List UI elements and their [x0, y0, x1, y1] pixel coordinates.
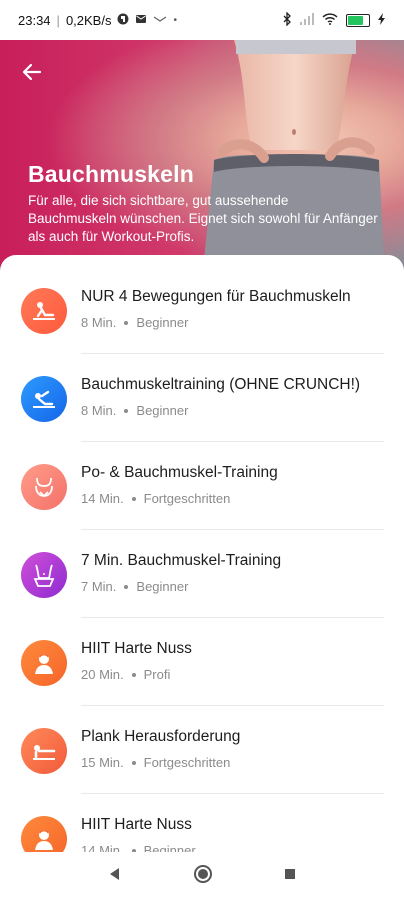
- workout-level: Fortgeschritten: [143, 755, 231, 770]
- crunch-icon: [33, 390, 55, 408]
- workout-title: Bauchmuskeltraining (OHNE CRUNCH!): [81, 376, 361, 393]
- workout-duration: 7 Min.: [81, 579, 117, 594]
- battery-icon: [346, 13, 370, 27]
- circle-home-icon: [194, 864, 212, 883]
- back-arrow-icon: [22, 63, 42, 81]
- system-nav-bar: [0, 852, 404, 900]
- meta-separator: [124, 408, 129, 413]
- workout-title: NUR 4 Bewegungen für Bauchmuskeln: [81, 288, 351, 305]
- workout-title: 7 Min. Bauchmuskel-Training: [81, 552, 282, 569]
- workout-duration: 14 Min.: [81, 491, 124, 506]
- meta-separator: [124, 320, 129, 325]
- workout-item[interactable]: Plank Herausforderung 15 Min. Fortgeschr…: [0, 706, 404, 794]
- mail-icon: [153, 13, 167, 28]
- meta-separator: [131, 496, 136, 501]
- workout-level: Fortgeschritten: [143, 491, 231, 506]
- workout-item[interactable]: Bauchmuskeltraining (OHNE CRUNCH!) 8 Min…: [0, 354, 404, 442]
- workout-level: Profi: [143, 667, 171, 682]
- workout-duration: 15 Min.: [81, 755, 124, 770]
- workout-level: Beginner: [143, 843, 196, 852]
- workout-item[interactable]: 7 Min. Bauchmuskel-Training 7 Min. Begin…: [0, 530, 404, 618]
- workout-item[interactable]: Po- & Bauchmuskel-Training 14 Min. Fortg…: [0, 442, 404, 530]
- workout-title: HIIT Harte Nuss: [81, 640, 192, 657]
- abs-torso-icon: [33, 564, 55, 587]
- plank-icon: [33, 745, 56, 760]
- workout-level: Beginner: [136, 579, 189, 594]
- workout-item[interactable]: NUR 4 Bewegungen für Bauchmuskeln 8 Min.…: [0, 266, 404, 354]
- workout-avatar: [21, 288, 67, 334]
- signal-icon: [300, 12, 314, 28]
- workout-title: Plank Herausforderung: [81, 728, 241, 745]
- workout-level: Beginner: [136, 315, 189, 330]
- meta-separator: [131, 672, 136, 677]
- athlete-icon: [35, 654, 53, 674]
- triangle-back-icon: [110, 867, 119, 880]
- workout-title: HIIT Harte Nuss: [81, 816, 192, 833]
- workout-list: NUR 4 Bewegungen für Bauchmuskeln 8 Min.…: [0, 266, 404, 852]
- workout-duration: 8 Min.: [81, 315, 117, 330]
- more-notifications-icon: •: [173, 14, 177, 26]
- workout-duration: 8 Min.: [81, 403, 117, 418]
- clock: 23:34: [18, 12, 51, 28]
- workout-title: Po- & Bauchmuskel-Training: [81, 464, 278, 481]
- page-title: Bauchmuskeln: [28, 161, 195, 187]
- workout-duration: 20 Min.: [81, 667, 124, 682]
- status-bar: 23:34 | 0,2KB/s •: [0, 0, 404, 40]
- wifi-icon: [322, 12, 338, 28]
- nav-recents-button[interactable]: [283, 867, 297, 886]
- situp-icon: [33, 302, 55, 320]
- message-icon: [135, 13, 147, 28]
- workout-item[interactable]: HIIT Harte Nuss 20 Min. Profi: [0, 618, 404, 706]
- workout-duration: 14 Min.: [81, 843, 124, 852]
- workout-list-sheet: NUR 4 Bewegungen für Bauchmuskeln 8 Min.…: [0, 255, 404, 852]
- network-speed: 0,2KB/s: [65, 12, 112, 28]
- back-button[interactable]: [16, 56, 48, 88]
- status-separator: |: [56, 12, 60, 28]
- workout-avatar: [21, 816, 67, 852]
- workout-item[interactable]: HIIT Harte Nuss 14 Min. Beginner: [0, 794, 404, 852]
- workout-avatar: [21, 464, 67, 510]
- meta-separator: [124, 584, 129, 589]
- bluetooth-icon: [282, 10, 292, 29]
- page-description: Für alle, die sich sichtbare, gut ausseh…: [28, 193, 378, 244]
- workout-level: Beginner: [136, 403, 189, 418]
- hips-icon: [35, 477, 53, 498]
- nav-home-button[interactable]: [193, 864, 213, 889]
- notification-icon: [117, 13, 129, 28]
- square-recents-icon: [285, 868, 295, 879]
- status-left: 23:34 | 0,2KB/s •: [18, 13, 177, 28]
- workout-avatar: [21, 640, 67, 686]
- workout-avatar: [21, 376, 67, 422]
- nav-back-button[interactable]: [107, 866, 123, 887]
- charging-icon: [378, 12, 386, 28]
- workout-avatar: [21, 728, 67, 774]
- status-right: [282, 10, 386, 29]
- workout-avatar: [21, 552, 67, 598]
- athlete-icon: [35, 830, 53, 850]
- meta-separator: [131, 760, 136, 765]
